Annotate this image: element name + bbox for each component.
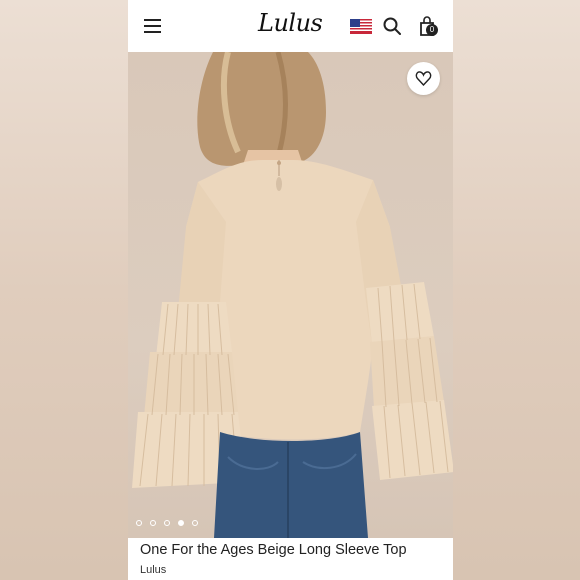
carousel-dot[interactable] — [164, 520, 170, 526]
carousel-dot[interactable] — [150, 520, 156, 526]
carousel-dot[interactable] — [192, 520, 198, 526]
product-image[interactable] — [128, 52, 453, 538]
brand-logo[interactable]: Lulus — [258, 9, 323, 37]
app-screen: Lulus 0 One For the Ages Beige Long Slee… — [128, 0, 453, 580]
product-info: One For the Ages Beige Long Sleeve Top L… — [128, 538, 453, 580]
wishlist-button[interactable] — [407, 62, 440, 95]
carousel-dot[interactable] — [136, 520, 142, 526]
carousel-dot-active[interactable] — [178, 520, 184, 526]
cart-count-badge: 0 — [426, 24, 438, 36]
us-flag-icon[interactable] — [350, 19, 372, 34]
background-left — [0, 0, 128, 580]
heart-icon — [415, 71, 432, 87]
product-photo — [132, 52, 453, 538]
hamburger-menu-icon[interactable] — [144, 19, 161, 33]
top-header: Lulus 0 — [128, 0, 453, 52]
product-title[interactable]: One For the Ages Beige Long Sleeve Top — [140, 542, 407, 558]
search-icon[interactable] — [383, 17, 401, 35]
carousel-dots — [136, 520, 198, 528]
background-right — [453, 0, 580, 580]
product-brand[interactable]: Lulus — [140, 564, 166, 576]
